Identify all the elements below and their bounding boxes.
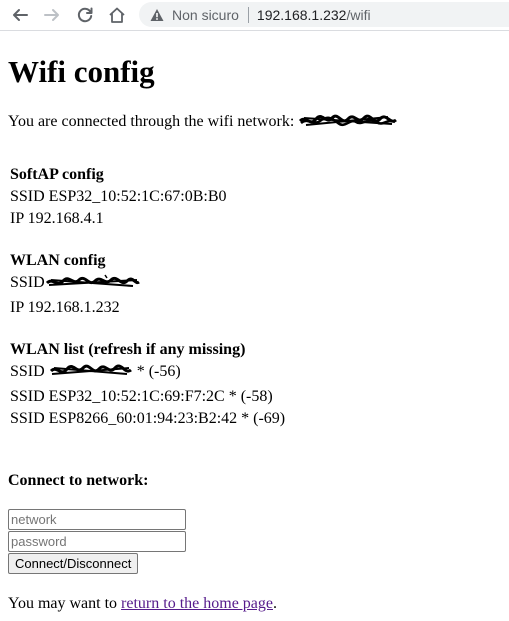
network-input[interactable] (8, 509, 186, 530)
footer-text: You may want to return to the home page. (8, 594, 503, 613)
home-button[interactable] (105, 3, 129, 27)
wlan-list-item: SSID ESP8266_60:01:94:23:B2:42 * (-69) (10, 410, 286, 427)
connected-network-text: You are connected through the wifi netwo… (8, 112, 503, 134)
url-text[interactable]: 192.168.1.232/wifi (257, 7, 371, 23)
wlan-ssid: SSID (10, 272, 503, 297)
wlan-list-section: WLAN list (refresh if any missing) SSID … (10, 339, 503, 430)
wlan-list-item: SSID ESP32_10:52:1C:69:F7:2C * (-58) (10, 388, 273, 405)
redacted-ssid (49, 363, 133, 386)
softap-ssid: SSID ESP32_10:52:1C:67:0B:B0 (10, 188, 227, 205)
wlan-list-item-signal: * (-56) (132, 363, 181, 380)
reload-button[interactable] (73, 3, 97, 27)
warning-icon[interactable] (150, 8, 164, 22)
wlan-list-item-label: SSID (10, 363, 45, 380)
password-input[interactable] (8, 531, 186, 552)
arrow-left-icon (13, 9, 28, 21)
network-info: SoftAP config SSID ESP32_10:52:1C:67:0B:… (10, 164, 503, 430)
connect-title: Connect to network: (8, 472, 149, 489)
redacted-wlan-ssid (45, 274, 141, 297)
wlan-ip: IP 192.168.1.232 (10, 299, 120, 316)
wlan-section: WLAN config SSID IP 192.168.1.232 (10, 250, 503, 319)
browser-toolbar: Non sicuro 192.168.1.232/wifi (0, 0, 509, 31)
footer-suffix: . (273, 595, 277, 612)
address-divider (247, 6, 249, 23)
forward-button[interactable] (40, 3, 64, 27)
url-host: 192.168.1.232 (256, 6, 347, 23)
softap-section: SoftAP config SSID ESP32_10:52:1C:67:0B:… (10, 164, 503, 230)
back-button[interactable] (8, 3, 32, 27)
security-label[interactable]: Non sicuro (172, 7, 239, 23)
intro-label: You are connected through the wifi netwo… (8, 113, 295, 130)
wlan-title: WLAN config (10, 252, 106, 269)
softap-title: SoftAP config (10, 166, 104, 183)
reload-icon (77, 7, 93, 23)
wlan-ssid-label: SSID (10, 274, 45, 291)
wlan-list-item: SSID * (-56) (10, 361, 503, 386)
arrow-right-icon (44, 9, 59, 21)
connect-disconnect-button[interactable]: Connect/Disconnect (8, 553, 139, 574)
home-icon (109, 7, 125, 23)
page-content: Wifi config You are connected through th… (8, 30, 503, 613)
footer-prefix: You may want to (8, 595, 118, 612)
home-page-link[interactable]: return to the home page (121, 595, 273, 612)
page-title: Wifi config (8, 54, 155, 89)
redacted-network-name (298, 113, 398, 134)
address-bar[interactable]: Non sicuro 192.168.1.232/wifi (139, 2, 509, 27)
url-path: /wifi (346, 6, 371, 23)
wlan-list-title: WLAN list (refresh if any missing) (10, 341, 246, 358)
connect-form: Connect/Disconnect (8, 509, 503, 574)
softap-ip: IP 192.168.4.1 (10, 210, 104, 227)
